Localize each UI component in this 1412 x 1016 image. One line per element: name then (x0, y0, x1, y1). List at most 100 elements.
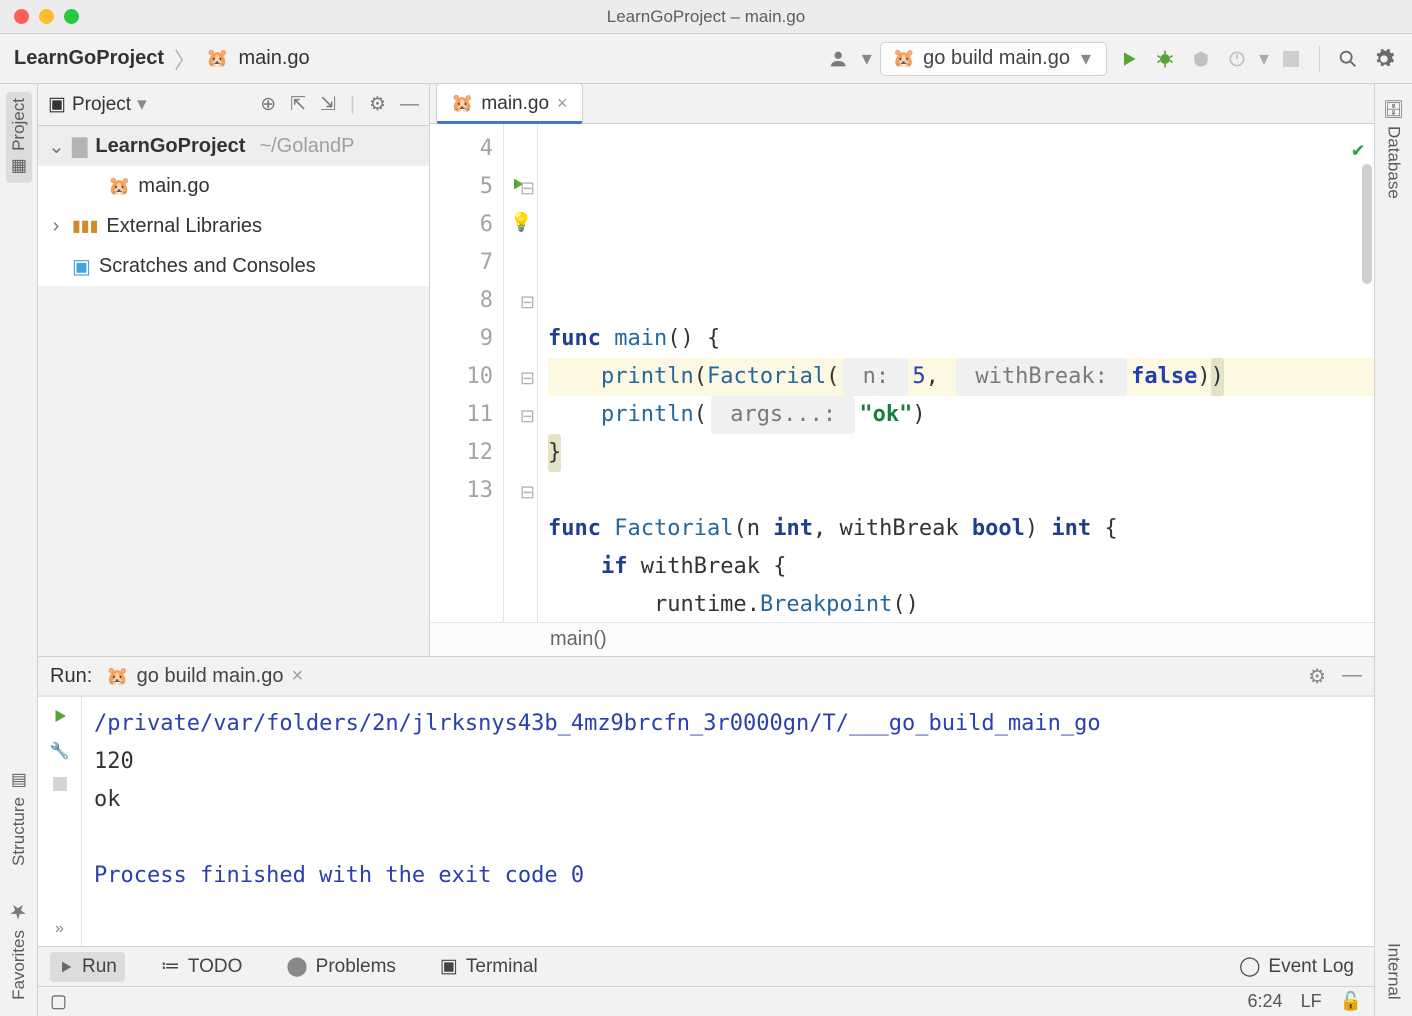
stop-button[interactable] (1277, 45, 1305, 73)
coverage-button[interactable] (1187, 45, 1215, 73)
editor-breadcrumb[interactable]: main() (430, 622, 1374, 656)
code-area[interactable]: ✔ func main() { println(Factorial( n: 5,… (538, 124, 1374, 622)
close-window-icon[interactable] (14, 9, 29, 24)
expand-all-icon[interactable]: ⇱ (290, 93, 306, 116)
code-line[interactable]: func main() { (548, 320, 1374, 358)
code-line[interactable]: } (548, 434, 1374, 472)
tree-project-root[interactable]: ⌄ ▇ LearnGoProject ~/GolandP (38, 126, 429, 166)
chevron-right-icon: 〉 (174, 43, 196, 75)
tree-scratches[interactable]: › ▣ Scratches and Consoles (38, 246, 429, 286)
maximize-window-icon[interactable] (64, 9, 79, 24)
structure-tool-button[interactable]: Structure ▤ (9, 765, 29, 872)
search-everywhere-button[interactable] (1334, 45, 1362, 73)
fold-icon[interactable]: ⊟ (520, 368, 535, 389)
folder-icon: ▦ (9, 157, 29, 177)
status-bar: ▢ 6:24 LF 🔓 (38, 986, 1374, 1016)
window-title: LearnGoProject – main.go (0, 7, 1412, 27)
close-icon[interactable]: × (291, 665, 303, 688)
tree-file-main-go[interactable]: 🐹 main.go (38, 166, 429, 206)
problems-tab-button[interactable]: ⬤ Problems (278, 951, 404, 982)
user-icon[interactable] (826, 45, 854, 73)
event-log-button[interactable]: ◯ Event Log (1231, 951, 1362, 982)
fold-icon[interactable]: ⊟ (520, 178, 535, 199)
run-title: Run: (50, 665, 92, 688)
project-tool-button[interactable]: ▦ Project (6, 92, 32, 183)
profile-button[interactable] (1223, 45, 1251, 73)
run-config-label: go build main.go (923, 47, 1070, 70)
favorites-tool-button[interactable]: Favorites ★ (7, 894, 31, 1006)
wrench-icon[interactable]: 🔧 (50, 741, 70, 761)
run-configuration-selector[interactable]: 🐹 go build main.go ▾ (880, 42, 1107, 76)
more-icon[interactable]: » (55, 920, 64, 938)
code-line[interactable]: println( args...: "ok") (548, 396, 1374, 434)
editor-tabs: 🐹 main.go × (430, 84, 1374, 124)
code-line[interactable]: runtime.Breakpoint() (548, 586, 1374, 622)
code-line[interactable]: println(Factorial( n: 5, withBreak: fals… (548, 358, 1374, 396)
go-file-icon: 🐹 (106, 666, 128, 687)
project-panel-header: ▣ Project ▾ ⊕ ⇱ ⇲ | ⚙ — (38, 84, 429, 126)
intention-bulb-icon[interactable]: 💡 (510, 212, 532, 233)
close-tab-icon[interactable]: × (557, 93, 568, 114)
window-controls (0, 9, 79, 24)
scratches-icon: ▣ (72, 254, 91, 279)
breadcrumb-file[interactable]: main.go (238, 47, 309, 70)
line-numbers: 45678910111213 (430, 124, 504, 622)
console-line: ok (94, 781, 1362, 819)
editor-tab-main-go[interactable]: 🐹 main.go × (436, 83, 583, 123)
code-line[interactable] (548, 472, 1374, 510)
project-tree[interactable]: ⌄ ▇ LearnGoProject ~/GolandP 🐹 main.go ›… (38, 126, 430, 286)
run-tab-button[interactable]: Run (50, 952, 125, 982)
structure-icon: ▤ (9, 771, 29, 791)
select-opened-file-icon[interactable]: ⊕ (260, 93, 276, 116)
inspection-ok-icon[interactable]: ✔ (1352, 130, 1364, 168)
debug-button[interactable] (1151, 45, 1179, 73)
code-line[interactable]: if withBreak { (548, 548, 1374, 586)
workspace: ▦ Project Structure ▤ Favorites ★ ▣ Proj… (0, 84, 1412, 1016)
tree-external-libraries[interactable]: › ▮▮▮ External Libraries (38, 206, 429, 246)
go-file-icon: 🐹 (451, 93, 473, 114)
minimize-window-icon[interactable] (39, 9, 54, 24)
terminal-icon: ▣ (440, 955, 458, 978)
settings-button[interactable] (1370, 45, 1398, 73)
database-tool-button[interactable]: 🗄 Database (1384, 92, 1404, 204)
gear-icon[interactable]: ⚙ (369, 93, 386, 116)
lock-icon[interactable]: 🔓 (1340, 991, 1362, 1012)
run-tab[interactable]: 🐹 go build main.go × (106, 665, 303, 688)
balloon-icon: ◯ (1239, 955, 1260, 978)
fold-icon[interactable]: ⊟ (520, 292, 535, 313)
chevron-down-icon[interactable]: ▾ (862, 46, 872, 71)
breadcrumb-project[interactable]: LearnGoProject (14, 47, 164, 70)
run-button[interactable] (1115, 45, 1143, 73)
hide-panel-icon[interactable]: — (400, 94, 419, 116)
gear-icon[interactable]: ⚙ (1308, 664, 1326, 689)
project-view-icon: ▣ (48, 93, 66, 116)
todo-tab-button[interactable]: ≔ TODO (153, 951, 251, 982)
console-line: /private/var/folders/2n/jlrksnys43b_4mz9… (94, 705, 1362, 743)
chevron-down-icon[interactable]: ▾ (137, 93, 147, 116)
bottom-tool-strip: Run ≔ TODO ⬤ Problems ▣ Terminal ◯ Event… (38, 946, 1374, 986)
rerun-icon[interactable] (51, 707, 69, 725)
code-line[interactable] (548, 282, 1374, 320)
fold-icon[interactable]: ⊟ (520, 482, 535, 503)
chevron-down-icon[interactable]: ⌄ (48, 134, 64, 159)
center-area: ▣ Project ▾ ⊕ ⇱ ⇲ | ⚙ — ⌄ (38, 84, 1374, 1016)
editor: 🐹 main.go × 45678910111213 ⊟ 💡 ⊟ ⊟ ⊟ ⊟ ✔ func… (430, 84, 1374, 656)
scrollbar-thumb[interactable] (1362, 164, 1372, 284)
collapse-all-icon[interactable]: ⇲ (320, 93, 336, 116)
fold-icon[interactable]: ⊟ (520, 406, 535, 427)
go-file-icon: 🐹 (893, 48, 915, 69)
go-file-icon: 🐹 (206, 48, 228, 69)
caret-position[interactable]: 6:24 (1248, 991, 1283, 1012)
hide-panel-icon[interactable]: — (1342, 664, 1362, 689)
internal-tool-button[interactable]: Internal (1384, 937, 1404, 1006)
chevron-down-icon[interactable]: ▾ (1259, 46, 1269, 71)
gutter-icons: ⊟ 💡 ⊟ ⊟ ⊟ ⊟ (504, 124, 538, 622)
tool-windows-icon[interactable]: ▢ (50, 991, 67, 1012)
run-header: Run: 🐹 go build main.go × ⚙ — (38, 657, 1374, 697)
run-output[interactable]: /private/var/folders/2n/jlrksnys43b_4mz9… (82, 697, 1374, 946)
line-separator[interactable]: LF (1301, 991, 1322, 1012)
chevron-right-icon[interactable]: › (48, 215, 64, 238)
terminal-tab-button[interactable]: ▣ Terminal (432, 951, 546, 982)
stop-icon[interactable] (53, 777, 67, 791)
code-line[interactable]: func Factorial(n int, withBreak bool) in… (548, 510, 1374, 548)
